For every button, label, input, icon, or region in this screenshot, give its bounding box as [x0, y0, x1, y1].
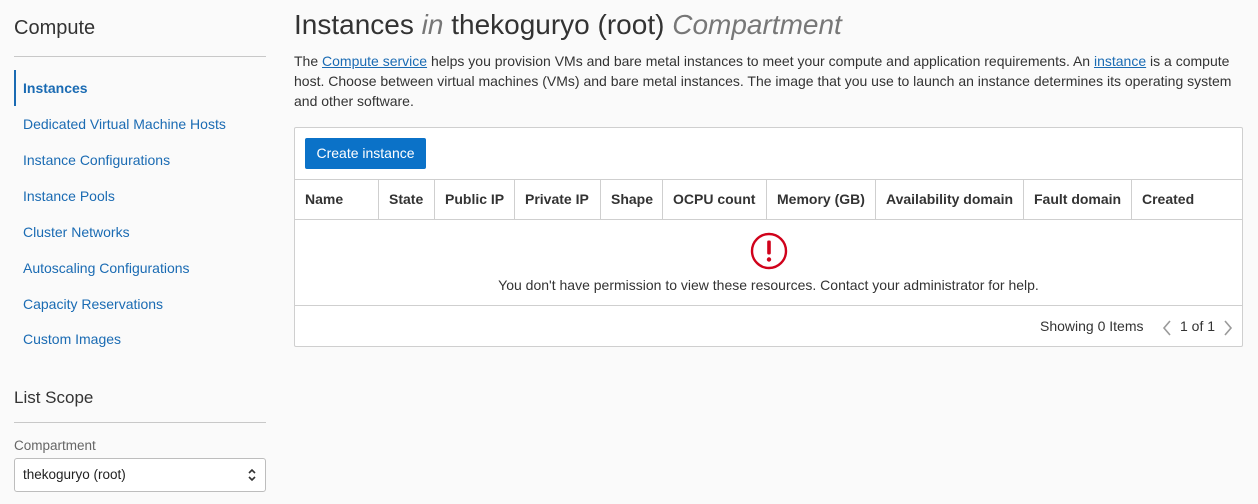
item-count: Showing 0 Items	[1040, 318, 1144, 334]
column-header-created[interactable]: Created	[1131, 180, 1242, 219]
column-header-state[interactable]: State	[378, 180, 434, 219]
description-text: helps you provision VMs and bare metal i…	[427, 53, 1094, 69]
instance-link[interactable]: instance	[1094, 53, 1146, 69]
description-text: The	[294, 53, 323, 69]
compartment-label: Compartment	[14, 438, 96, 453]
list-scope-title: List Scope	[14, 388, 94, 407]
column-header-private-ip[interactable]: Private IP	[514, 180, 600, 219]
sidebar-item-custom-images[interactable]: Custom Images	[14, 321, 266, 357]
column-header-fault-domain[interactable]: Fault domain	[1023, 180, 1131, 219]
sidebar-item-autoscaling-configurations[interactable]: Autoscaling Configurations	[14, 250, 266, 286]
sidebar-divider	[14, 56, 266, 57]
sidebar-item-dedicated-vm-hosts[interactable]: Dedicated Virtual Machine Hosts	[14, 106, 266, 142]
column-header-availability-domain[interactable]: Availability domain	[875, 180, 1023, 219]
chevron-left-icon[interactable]	[1161, 319, 1173, 337]
column-header-public-ip[interactable]: Public IP	[434, 180, 514, 219]
sidebar-item-capacity-reservations[interactable]: Capacity Reservations	[14, 286, 266, 322]
chevron-right-icon[interactable]	[1222, 319, 1234, 337]
list-scope-divider	[14, 422, 266, 423]
column-header-memory[interactable]: Memory (GB)	[766, 180, 875, 219]
column-header-ocpu-count[interactable]: OCPU count	[662, 180, 766, 219]
page-title-suffix: Compartment	[672, 9, 842, 40]
page-description: The Compute service helps you provision …	[294, 51, 1239, 111]
page-indicator: 1 of 1	[1180, 318, 1216, 334]
create-instance-button[interactable]: Create instance	[305, 138, 426, 169]
exclamation-circle-icon	[750, 232, 788, 270]
compartment-select-value: thekoguryo (root)	[23, 467, 126, 482]
table-header: Name State Public IP Private IP Shape OC…	[295, 179, 1242, 220]
page-title-in: in	[421, 9, 444, 40]
sidebar-item-cluster-networks[interactable]: Cluster Networks	[14, 214, 266, 250]
sidebar-item-instance-configurations[interactable]: Instance Configurations	[14, 142, 266, 178]
sidebar-item-instances[interactable]: Instances	[14, 70, 266, 106]
empty-state-message: You don't have permission to view these …	[498, 277, 1039, 293]
compartment-select[interactable]: thekoguryo (root)	[14, 458, 266, 492]
instances-table-panel: Create instance Name State Public IP Pri…	[294, 127, 1243, 347]
page-title-resource: Instances	[294, 9, 414, 40]
sidebar-title: Compute	[14, 17, 96, 39]
page-title-compartment: thekoguryo (root)	[451, 9, 665, 40]
pagination-divider	[295, 305, 1242, 306]
compute-instances-page: Compute Instances Dedicated Virtual Mach…	[0, 0, 1258, 504]
compute-service-link[interactable]: Compute service	[322, 53, 427, 69]
sidebar-item-instance-pools[interactable]: Instance Pools	[14, 178, 266, 214]
chevron-up-down-icon	[248, 468, 256, 482]
column-header-shape[interactable]: Shape	[600, 180, 662, 219]
page-title: Instances in thekoguryo (root) Compartme…	[294, 9, 842, 41]
column-header-name[interactable]: Name	[295, 180, 378, 219]
